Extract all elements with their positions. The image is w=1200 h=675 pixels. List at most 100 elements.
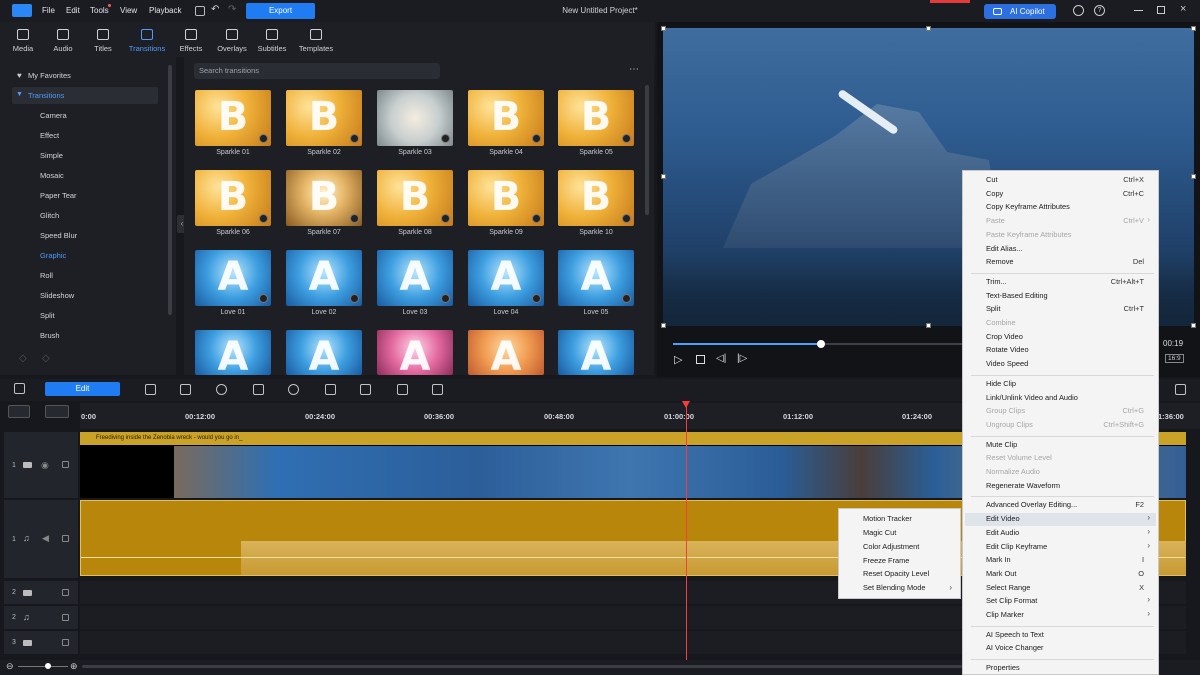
add-favorite-icon[interactable]: ◇ [19,353,27,364]
submenu-reset-opacity[interactable]: Reset Opacity Level [863,569,929,578]
sidebar-scrollbar[interactable] [168,65,172,315]
menu-item-mark-out[interactable]: Mark Out [986,569,1016,578]
crop-rotate-icon[interactable] [216,384,227,395]
menu-item-edit-audio[interactable]: Edit Audio [986,528,1019,537]
aspect-ratio[interactable]: 16:9 [1165,354,1184,363]
transition-thumb[interactable]: A [468,330,544,375]
tab-media[interactable]: Media [5,22,41,57]
resize-handle[interactable] [1191,174,1196,179]
timeline-scrollbar[interactable] [82,665,962,668]
menu-item-regenerate-waveform[interactable]: Regenerate Waveform [986,481,1060,490]
transition-thumb[interactable]: A [286,330,362,375]
split-scissors-icon[interactable] [180,384,191,395]
menu-item-edit-alias[interactable]: Edit Alias... [986,244,1023,253]
menu-tools[interactable]: Tools [90,6,109,15]
playback-scrubber[interactable] [673,340,963,348]
menu-item-rotate-video[interactable]: Rotate Video [986,345,1029,354]
transition-thumb[interactable]: A [558,250,634,306]
previous-frame-icon[interactable]: ◁| [716,353,726,364]
sidebar-item-graphic[interactable]: Graphic [40,251,66,260]
zoom-in-icon[interactable]: ⊕ [70,661,78,672]
sidebar-item-speed-blur[interactable]: Speed Blur [40,231,77,240]
menu-item-set-clip-format[interactable]: Set Clip Format [986,596,1037,605]
menu-item-ai-voice-changer[interactable]: AI Voice Changer [986,643,1044,652]
resize-handle[interactable] [926,323,931,328]
menu-item-trim[interactable]: Trim... [986,277,1007,286]
menu-item-edit-video[interactable]: Edit Video [986,514,1020,523]
subtitle-icon[interactable] [432,384,443,395]
timeline-settings-icon[interactable] [1175,384,1186,395]
transition-thumb[interactable]: A [377,250,453,306]
transition-thumb[interactable]: A [558,330,634,375]
tab-templates[interactable]: Templates [296,22,336,57]
transition-icon[interactable] [360,384,371,395]
sidebar-item-roll[interactable]: Roll [40,271,53,280]
sidebar-item-favorites[interactable]: My Favorites [28,71,71,80]
submenu-magic-cut[interactable]: Magic Cut [863,528,896,537]
zoom-slider[interactable] [18,666,68,667]
export-button[interactable]: Export [246,3,315,19]
transition-thumb[interactable]: B [468,170,544,226]
sidebar-item-paper-tear[interactable]: Paper Tear [40,191,77,200]
submenu-blending-mode[interactable]: Set Blending Mode [863,583,925,592]
tab-audio[interactable]: Audio [45,22,81,57]
lock-icon[interactable] [62,461,69,468]
lock-icon[interactable] [62,614,69,621]
transition-thumb[interactable]: B [558,170,634,226]
add-keyframe-icon[interactable] [325,384,336,395]
snap-icon[interactable] [45,405,69,418]
playback-knob[interactable] [816,340,825,348]
sidebar-item-mosaic[interactable]: Mosaic [40,171,64,180]
flip-icon[interactable] [253,384,264,395]
menu-item-video-speed[interactable]: Video Speed [986,359,1028,368]
transition-thumb[interactable]: B [195,90,271,146]
remove-favorite-icon[interactable]: ◇ [42,353,50,364]
menu-edit[interactable]: Edit [66,6,80,15]
more-options-icon[interactable]: ⋯ [629,64,639,75]
menu-item-mute-clip[interactable]: Mute Clip [986,440,1017,449]
transition-thumb[interactable]: B [558,90,634,146]
redo-icon[interactable]: ↷ [228,4,236,15]
menu-item-ai-speech-to-text[interactable]: AI Speech to Text [986,630,1044,639]
help-icon[interactable]: ? [1094,5,1105,16]
speaker-icon[interactable]: ◀ [42,533,49,544]
tab-effects[interactable]: Effects [173,22,209,57]
menu-view[interactable]: View [120,6,137,15]
track-manager-icon[interactable] [14,383,25,394]
sidebar-item-simple[interactable]: Simple [40,151,63,160]
transition-thumb[interactable]: A [286,250,362,306]
lock-icon[interactable] [62,639,69,646]
submenu-freeze-frame[interactable]: Freeze Frame [863,556,909,565]
maximize-icon[interactable] [1157,6,1165,14]
menu-item-link-unlink-video-and-audio[interactable]: Link/Unlink Video and Audio [986,393,1078,402]
trash-icon[interactable] [397,384,408,395]
tab-overlays[interactable]: Overlays [213,22,251,57]
menu-item-cut[interactable]: Cut [986,175,998,184]
lock-icon[interactable] [62,589,69,596]
menu-item-remove[interactable]: Remove [986,257,1014,266]
lock-icon[interactable] [62,535,69,542]
transition-thumb[interactable]: B [468,90,544,146]
menu-item-edit-clip-keyframe[interactable]: Edit Clip Keyframe [986,542,1047,551]
zoom-knob[interactable] [45,663,51,669]
zoom-out-icon[interactable]: ⊖ [6,661,14,672]
transition-thumb[interactable]: B [286,90,362,146]
menu-item-clip-marker[interactable]: Clip Marker [986,610,1024,619]
transition-thumb[interactable] [377,90,453,146]
grid-scrollbar[interactable] [645,85,649,215]
menu-item-hide-clip[interactable]: Hide Clip [986,379,1016,388]
menu-item-crop-video[interactable]: Crop Video [986,332,1023,341]
stop-icon[interactable] [696,355,705,364]
menu-item-advanced-overlay-editing[interactable]: Advanced Overlay Editing... [986,500,1077,509]
undo-icon[interactable]: ↶ [211,4,219,15]
edit-button[interactable]: Edit [45,382,120,396]
menu-item-text-based-editing[interactable]: Text-Based Editing [986,291,1048,300]
sidebar-item-effect[interactable]: Effect [40,131,59,140]
submenu-color-adjustment[interactable]: Color Adjustment [863,542,919,551]
menu-item-properties[interactable]: Properties [986,663,1020,672]
next-frame-icon[interactable]: |▷ [737,353,747,364]
resize-handle[interactable] [661,174,666,179]
tab-titles[interactable]: Titles [85,22,121,57]
transition-thumb[interactable]: A [195,250,271,306]
playhead-marker[interactable] [682,401,690,408]
